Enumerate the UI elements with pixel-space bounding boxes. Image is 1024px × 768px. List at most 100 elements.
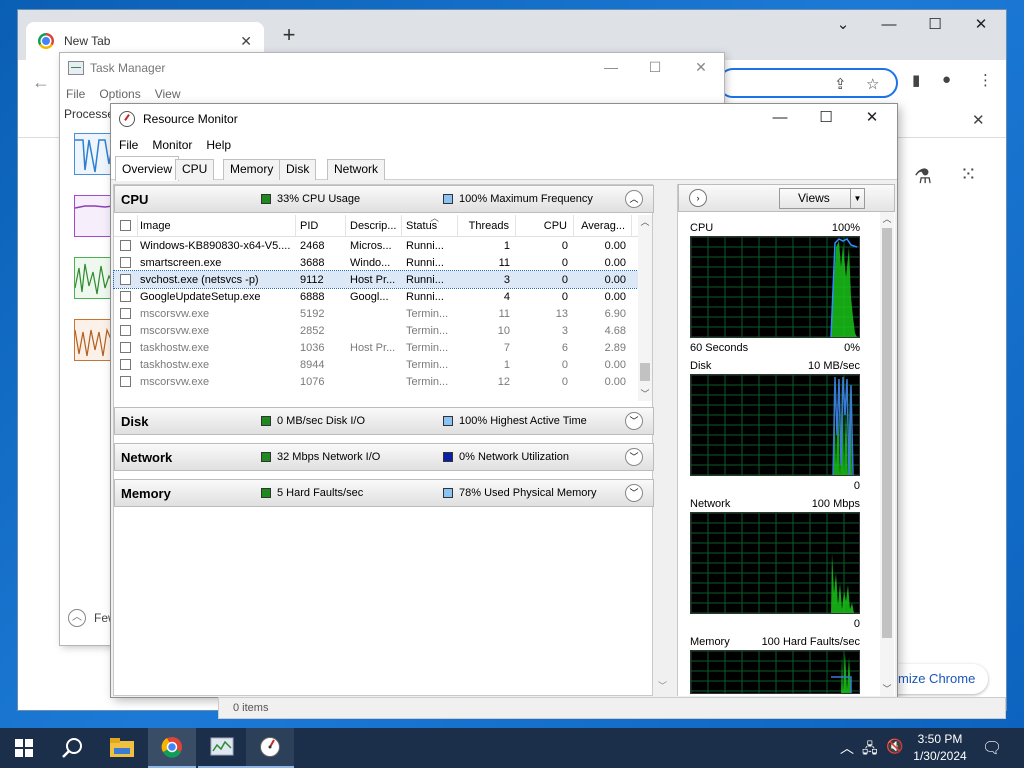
tab-memory[interactable]: Memory [223, 159, 281, 180]
scroll-down-icon[interactable]: ﹀ [880, 682, 894, 696]
volume-muted-icon[interactable]: 🔇 [886, 738, 903, 755]
process-table-scrollbar[interactable]: ︿ ﹀ [638, 215, 652, 401]
network-icon[interactable]: 🖧 [862, 738, 878, 762]
rm-menu-help[interactable]: Help [206, 138, 231, 152]
rm-menu-monitor[interactable]: Monitor [152, 138, 192, 152]
views-dropdown[interactable]: Views ▼ [779, 188, 865, 209]
col-cpu[interactable]: CPU [516, 214, 574, 237]
table-row[interactable]: smartscreen.exe 3688 Windo... Runni... 11 0 0.… [114, 254, 640, 271]
tm-network-thumbnail[interactable] [74, 319, 114, 361]
col-image[interactable]: Image [138, 214, 296, 237]
fewer-details-button[interactable]: ︿ Few [68, 609, 117, 627]
maximize-button[interactable]: ☐ [912, 10, 958, 42]
row-checkbox[interactable] [120, 274, 131, 285]
tm-close-button[interactable]: ✕ [678, 53, 724, 81]
row-checkbox[interactable] [120, 359, 131, 370]
tab-processes[interactable]: Processe [64, 107, 114, 121]
col-pid[interactable]: PID [296, 214, 346, 237]
scroll-thumb[interactable] [882, 228, 892, 638]
rm-maximize-button[interactable]: ☐ [803, 104, 849, 134]
chevron-up-icon[interactable]: ︿ [625, 190, 643, 208]
clock[interactable]: 3:50 PM 1/30/2024 [905, 731, 975, 765]
memory-section-header[interactable]: Memory 5 Hard Faults/sec 78% Used Physic… [114, 479, 654, 507]
select-all-cell [114, 214, 138, 237]
collapse-graphs-icon[interactable]: › [689, 189, 707, 207]
row-checkbox[interactable] [120, 291, 131, 302]
close-button[interactable]: ✕ [958, 10, 1004, 42]
graphs-scrollbar[interactable]: ︿ ﹀ [880, 212, 894, 696]
col-threads[interactable]: Threads [458, 214, 516, 237]
table-row[interactable]: mscorsvw.exe 2852 Termin... 10 3 4.68 [114, 322, 640, 339]
rm-menu-file[interactable]: File [119, 138, 138, 152]
table-row[interactable]: Windows-KB890830-x64-V5.... 2468 Micros...… [114, 237, 640, 254]
minimize-button[interactable]: — [866, 10, 912, 42]
tab-overview[interactable]: Overview [115, 156, 180, 181]
row-checkbox[interactable] [120, 257, 131, 268]
share-icon[interactable]: ⇪ [834, 75, 847, 93]
network-graph-svg [691, 513, 859, 613]
table-row[interactable]: taskhostw.exe 1036 Host Pr... Termin... 7 6 2.… [114, 339, 640, 356]
tab-disk[interactable]: Disk [279, 159, 317, 180]
file-explorer-button[interactable] [98, 728, 146, 768]
new-tab-button[interactable]: + [278, 24, 300, 46]
table-row[interactable]: taskhostw.exe 8944 Termin... 1 0 0.00 [114, 356, 640, 373]
rm-minimize-button[interactable]: — [757, 104, 803, 134]
close-tab-icon[interactable]: ✕ [240, 33, 252, 50]
row-checkbox[interactable] [120, 325, 131, 336]
scroll-up-icon[interactable]: ︿ [638, 215, 652, 229]
row-checkbox[interactable] [120, 240, 131, 251]
notifications-icon[interactable]: 🗨 [982, 738, 1002, 758]
close-bar-icon[interactable]: ✕ [972, 111, 985, 129]
col-average-cpu[interactable]: Averag... [574, 214, 632, 237]
tm-maximize-button[interactable]: ☐ [632, 53, 678, 81]
resource-monitor-taskbar-button[interactable] [246, 728, 294, 768]
labs-flask-icon[interactable]: ⚗ [914, 164, 932, 189]
table-row[interactable]: mscorsvw.exe 5192 Termin... 11 13 6.90 [114, 305, 640, 322]
cell-image: taskhostw.exe [140, 358, 210, 371]
tm-menu-view[interactable]: View [155, 87, 181, 101]
tm-disk-thumbnail[interactable] [74, 257, 114, 299]
tab-network[interactable]: Network [327, 159, 386, 180]
tm-menu-options[interactable]: Options [99, 87, 140, 101]
tm-menu-file[interactable]: File [66, 87, 85, 101]
table-row[interactable]: mscorsvw.exe 1076 Termin... 12 0 0.00 [114, 373, 640, 390]
search-button[interactable] [48, 728, 96, 768]
tm-memory-thumbnail[interactable] [74, 195, 114, 237]
scroll-down-icon[interactable]: ﹀ [638, 387, 652, 401]
network-section-header[interactable]: Network 32 Mbps Network I/O 0% Network U… [114, 443, 654, 471]
scroll-up-icon[interactable]: ︿ [880, 212, 894, 226]
task-manager-titlebar: Task Manager — ☐ ✕ [60, 53, 724, 83]
scroll-thumb[interactable] [640, 363, 650, 381]
chevron-down-icon[interactable]: ﹀ [625, 448, 643, 466]
chevron-down-icon[interactable]: ﹀ [625, 484, 643, 502]
tm-minimize-button[interactable]: — [588, 53, 634, 81]
col-description[interactable]: Descrip... [346, 214, 402, 237]
tab-cpu[interactable]: CPU [175, 159, 215, 180]
left-pane-scroll-down-icon[interactable]: ﹀ [658, 679, 667, 692]
back-arrow-icon[interactable]: ← [32, 72, 50, 93]
tab-search-icon[interactable]: ⌄ [820, 10, 866, 42]
show-hidden-icons-icon[interactable]: ︿ [840, 738, 854, 758]
row-checkbox[interactable] [120, 308, 131, 319]
tm-cpu-thumbnail[interactable] [74, 133, 114, 175]
row-checkbox[interactable] [120, 342, 131, 353]
row-checkbox-cell [114, 308, 138, 319]
chevron-down-icon[interactable]: ﹀ [625, 412, 643, 430]
table-row[interactable]: svchost.exe (netsvcs -p) 9112 Host Pr... Ru… [113, 270, 641, 289]
rm-close-button[interactable]: ✕ [849, 104, 895, 134]
start-button[interactable] [0, 728, 48, 768]
chrome-taskbar-button[interactable] [148, 728, 196, 768]
disk-section-header[interactable]: Disk 0 MB/sec Disk I/O 100% Highest Acti… [114, 407, 654, 435]
bookmark-star-icon[interactable]: ☆ [866, 75, 879, 93]
cpu-section-header[interactable]: CPU 33% CPU Usage 100% Maximum Frequency… [114, 185, 654, 213]
apps-grid-icon[interactable]: ⁙ [960, 162, 977, 187]
profile-icon[interactable]: ● [942, 71, 951, 88]
side-panel-icon[interactable]: ▮ [912, 71, 920, 89]
table-header: ︿ Image PID Descrip... Status Threads CP… [114, 213, 640, 237]
task-manager-taskbar-button[interactable] [198, 728, 246, 768]
select-all-checkbox[interactable] [120, 219, 131, 231]
row-checkbox[interactable] [120, 376, 131, 387]
table-row[interactable]: GoogleUpdateSetup.exe 6888 Googl... Runni..… [114, 288, 640, 305]
omnibox[interactable]: ⇪ ☆ [718, 68, 898, 98]
more-menu-icon[interactable]: ⋮ [978, 71, 993, 89]
